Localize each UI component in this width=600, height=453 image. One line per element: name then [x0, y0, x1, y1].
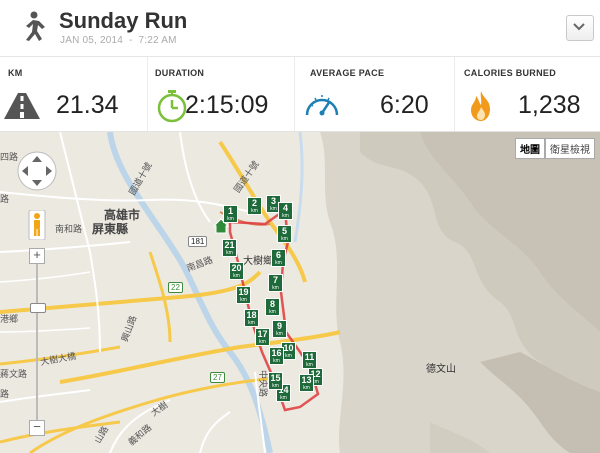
map-label: 蔣文路	[0, 370, 28, 380]
chevron-down-icon	[573, 23, 585, 31]
route-map[interactable]: 高雄市 屏東縣 國道十號 四路 路 大樹鄉 南昌路 181 22 27 國道十號…	[0, 132, 600, 453]
map-label: 南和路	[55, 225, 83, 235]
flame-icon	[471, 91, 490, 121]
km-marker[interactable]: 21 km	[222, 239, 237, 257]
km-marker[interactable]: 6 km	[271, 249, 286, 267]
map-type-map-button[interactable]: 地圖	[515, 138, 545, 159]
map-label: 路	[0, 195, 10, 205]
map-type-control: 地圖 衛星檢視	[515, 138, 595, 159]
km-marker[interactable]: 7 km	[268, 274, 283, 292]
stat-calories: CALORIES BURNED 1,238	[454, 57, 600, 131]
km-marker[interactable]: 13 km	[299, 374, 314, 392]
highway-shield: 22	[168, 282, 183, 293]
stat-value: 2:15:09	[185, 91, 269, 119]
km-marker[interactable]: 20 km	[229, 262, 244, 280]
activity-title: Sunday Run	[59, 8, 188, 33]
zoom-in-button[interactable]: +	[29, 248, 45, 264]
stat-label: AVERAGE PACE	[310, 68, 385, 78]
pan-control[interactable]	[16, 150, 58, 192]
stat-label: DURATION	[155, 68, 205, 78]
road-icon	[4, 93, 40, 119]
highway-shield: 27	[210, 372, 225, 383]
km-marker[interactable]: 4 km	[278, 202, 293, 220]
km-marker[interactable]: 19 km	[236, 286, 251, 304]
highway-shield: 181	[188, 236, 208, 247]
stat-distance: KM 21.34	[0, 57, 148, 131]
km-marker[interactable]: 11 km	[302, 351, 317, 369]
activity-date: JAN 05, 2014	[60, 35, 123, 46]
stopwatch-icon	[157, 90, 187, 123]
zoom-slider-handle[interactable]	[30, 303, 46, 313]
stat-duration: DURATION 2:15:09	[147, 57, 295, 131]
stats-bar: KM 21.34 DURATION 2:15:09 AVERAGE PACE 6…	[0, 57, 600, 132]
km-marker[interactable]: 17 km	[255, 328, 270, 346]
datetime-separator: -	[129, 35, 133, 46]
zoom-control: + −	[29, 248, 46, 436]
stat-label: KM	[8, 68, 23, 78]
stat-value: 6:20	[380, 91, 429, 119]
street-view-pegman-icon[interactable]	[28, 210, 46, 240]
map-label: 大樹鄉	[243, 256, 273, 267]
map-label: 屏東縣	[92, 222, 129, 236]
km-marker[interactable]: 15 km	[268, 372, 283, 390]
runner-icon	[26, 11, 45, 41]
activity-header: Sunday Run JAN 05, 2014-7:22 AM	[0, 0, 600, 57]
stat-pace: AVERAGE PACE 6:20	[294, 57, 455, 131]
map-label: 路	[0, 390, 10, 400]
stat-value: 21.34	[56, 91, 119, 119]
zoom-out-button[interactable]: −	[29, 420, 45, 436]
km-marker[interactable]: 18 km	[244, 309, 259, 327]
km-marker[interactable]: 8 km	[265, 298, 280, 316]
map-terrain	[0, 132, 600, 453]
map-label: 德文山	[426, 364, 456, 375]
km-marker[interactable]: 5 km	[277, 225, 292, 243]
activity-time: 7:22 AM	[138, 35, 177, 46]
options-dropdown-button[interactable]	[566, 15, 594, 41]
zoom-track[interactable]	[36, 264, 38, 421]
map-label: 港鄉	[0, 315, 19, 325]
stat-label: CALORIES BURNED	[464, 68, 557, 78]
km-marker[interactable]: 9 km	[272, 320, 287, 338]
map-type-satellite-button[interactable]: 衛星檢視	[545, 138, 595, 159]
activity-datetime: JAN 05, 2014-7:22 AM	[60, 35, 177, 46]
stat-value: 1,238	[518, 91, 581, 119]
km-marker[interactable]: 16 km	[269, 347, 284, 365]
km-marker[interactable]: 1 km	[223, 205, 238, 223]
km-marker[interactable]: 2 km	[247, 197, 262, 215]
speedometer-icon	[305, 95, 339, 116]
